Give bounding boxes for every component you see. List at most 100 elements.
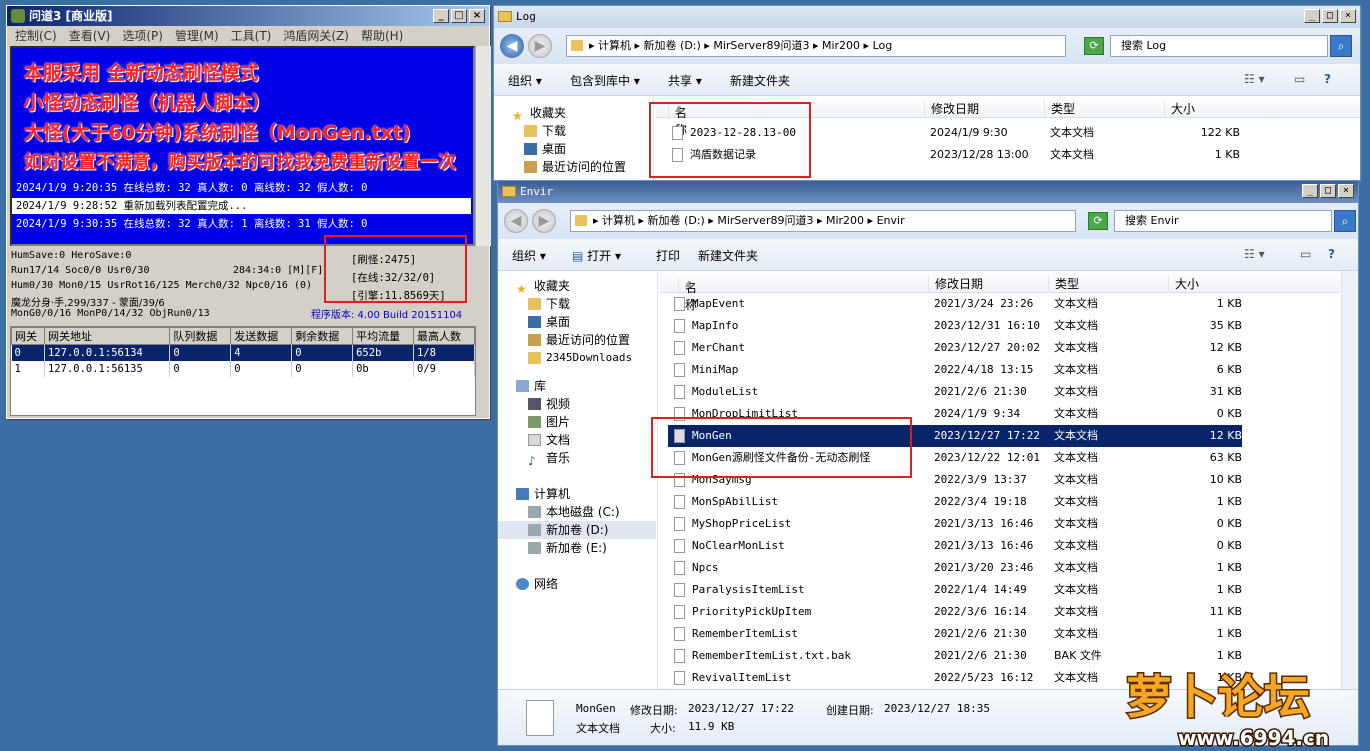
view-icon[interactable]: ☷ ▾ — [1244, 72, 1265, 86]
back-button[interactable]: ◀ — [500, 34, 524, 58]
forward-button[interactable]: ▶ — [528, 34, 552, 58]
table-row[interactable]: 1 127.0.0.1:56135 0 0 0 0b 0/9 — [11, 360, 475, 377]
search-icon[interactable]: ⌕ — [1334, 210, 1356, 232]
menu-options[interactable]: 选项(P) — [122, 26, 163, 46]
nav-music[interactable]: ♪ 音乐 — [526, 449, 570, 468]
file-row[interactable]: 鸿盾数据记录 2023/12/28 13:00 文本文档 1 KB — [670, 144, 1270, 166]
nav-2345downloads[interactable]: 2345Downloads — [526, 349, 632, 367]
menu-view[interactable]: 查看(V) — [69, 26, 111, 46]
nav-desktop[interactable]: 桌面 — [522, 140, 566, 158]
preview-pane-icon[interactable]: ▭ — [1294, 72, 1305, 86]
col-max[interactable]: 最高人数 — [413, 327, 475, 345]
file-row[interactable]: MyShopPriceList 2021/3/13 16:46 文本文档 0 KB — [668, 513, 1242, 535]
menu-gateway[interactable]: 鸿盾网关(Z) — [283, 26, 349, 46]
col-remain[interactable]: 剩余数据 — [291, 327, 354, 345]
nav-libraries[interactable]: 库 — [514, 377, 546, 395]
nav-drive-e[interactable]: 新加卷 (E:) — [526, 539, 607, 557]
open-button[interactable]: ▤ 打开 ▾ — [572, 247, 621, 264]
file-row[interactable]: MonGen源刷怪文件备份-无动态刷怪 2023/12/22 12:01 文本文档 6… — [668, 447, 1242, 469]
minimize-button[interactable]: _ — [433, 9, 449, 23]
back-button[interactable]: ◀ — [504, 209, 528, 233]
nav-drive-c[interactable]: 本地磁盘 (C:) — [526, 503, 620, 521]
log-scrollbar[interactable] — [475, 46, 491, 246]
col-traffic[interactable]: 平均流量 — [352, 327, 415, 345]
file-row[interactable]: ModuleList 2021/2/6 21:30 文本文档 31 KB — [668, 381, 1242, 403]
crumb[interactable]: 新加卷 (D:) — [644, 39, 701, 52]
close-button[interactable]: × — [1340, 9, 1356, 23]
organize-button[interactable]: 组织 ▾ — [512, 247, 546, 264]
nav-desktop[interactable]: 桌面 — [526, 313, 570, 331]
preview-pane-icon[interactable]: ▭ — [1300, 247, 1311, 261]
help-icon[interactable]: ? — [1324, 72, 1331, 86]
new-folder-button[interactable]: 新建文件夹 — [730, 72, 790, 89]
help-icon[interactable]: ? — [1328, 247, 1335, 261]
crumb[interactable]: Envir — [877, 214, 905, 227]
file-list-scrollbar[interactable] — [1341, 271, 1358, 689]
nav-recent[interactable]: 最近访问的位置 — [526, 331, 630, 349]
crumb[interactable]: 新加卷 (D:) — [648, 214, 705, 227]
new-folder-button[interactable]: 新建文件夹 — [698, 247, 758, 264]
file-row[interactable]: MapEvent 2021/3/24 23:26 文本文档 1 KB — [668, 293, 1242, 315]
menu-help[interactable]: 帮助(H) — [361, 26, 403, 46]
maximize-button[interactable]: □ — [1320, 184, 1336, 198]
address-bar[interactable]: ▸ 计算机 ▸ 新加卷 (D:) ▸ MirServer89问道3 ▸ Mir2… — [570, 210, 1076, 232]
file-row[interactable]: ParalysisItemList 2022/1/4 14:49 文本文档 1 KB — [668, 579, 1242, 601]
crumb[interactable]: 计算机 — [598, 39, 631, 52]
envir-window-titlebar[interactable]: Envir _ □ × — [498, 181, 1358, 203]
nav-network[interactable]: 网络 — [514, 575, 558, 593]
nav-downloads[interactable]: 下载 — [522, 122, 566, 140]
file-row[interactable]: MiniMap 2022/4/18 13:15 文本文档 6 KB — [668, 359, 1242, 381]
print-button[interactable]: 打印 — [656, 247, 680, 264]
log-window-titlebar[interactable]: Log _ □ × — [494, 6, 1360, 28]
col-gateway[interactable]: 网关 — [11, 327, 45, 345]
file-row[interactable]: Npcs 2021/3/20 23:46 文本文档 1 KB — [668, 557, 1242, 579]
close-button[interactable]: × — [469, 9, 485, 23]
close-button[interactable]: × — [1338, 184, 1354, 198]
maximize-button[interactable]: □ — [451, 9, 467, 23]
file-row[interactable]: 2023-12-28.13-00 2024/1/9 9:30 文本文档 122 … — [670, 122, 1270, 144]
crumb[interactable]: Log — [873, 39, 893, 52]
address-bar[interactable]: ▸ 计算机 ▸ 新加卷 (D:) ▸ MirServer89问道3 ▸ Mir2… — [566, 35, 1066, 57]
menu-control[interactable]: 控制(C) — [15, 26, 57, 46]
refresh-button[interactable]: ⟳ — [1088, 212, 1108, 230]
nav-videos[interactable]: 视频 — [526, 395, 570, 413]
maximize-button[interactable]: □ — [1322, 9, 1338, 23]
organize-button[interactable]: 组织 ▾ — [508, 72, 542, 89]
crumb[interactable]: MirServer89问道3 — [713, 39, 809, 52]
crumb[interactable]: 计算机 — [602, 214, 635, 227]
file-row[interactable]: MerChant 2023/12/27 20:02 文本文档 12 KB — [668, 337, 1242, 359]
log-output[interactable]: 本服采用 全新动态刷怪模式 小怪动态刷怪（机器人脚本） 大怪(大于60分钟)系统… — [10, 46, 475, 246]
forward-button[interactable]: ▶ — [532, 209, 556, 233]
col-type[interactable]: 类型 — [1048, 275, 1079, 291]
view-icon[interactable]: ☷ ▾ — [1244, 247, 1265, 261]
file-row[interactable]: MapInfo 2023/12/31 16:10 文本文档 35 KB — [668, 315, 1242, 337]
nav-pictures[interactable]: 图片 — [526, 413, 570, 431]
search-icon[interactable]: ⌕ — [1330, 35, 1352, 57]
crumb[interactable]: Mir200 — [826, 214, 864, 227]
col-type[interactable]: 类型 — [1044, 100, 1075, 116]
crumb[interactable]: MirServer89问道3 — [717, 214, 813, 227]
nav-downloads[interactable]: 下载 — [526, 295, 570, 313]
refresh-button[interactable]: ⟳ — [1084, 37, 1104, 55]
menu-manage[interactable]: 管理(M) — [175, 26, 219, 46]
col-name[interactable]: 名称 ▲ — [662, 100, 687, 137]
table-row[interactable]: 0 127.0.0.1:56134 0 4 0 652b 1/8 — [11, 344, 475, 361]
file-row[interactable]: NoClearMonList 2021/3/13 16:46 文本文档 0 KB — [668, 535, 1242, 557]
file-row[interactable]: MonSaymsg 2022/3/9 13:37 文本文档 10 KB — [668, 469, 1242, 491]
col-date[interactable]: 修改日期 — [924, 100, 979, 116]
col-size[interactable]: 大小 — [1168, 275, 1199, 291]
nav-drive-d[interactable]: 新加卷 (D:) — [498, 521, 656, 539]
minimize-button[interactable]: _ — [1302, 184, 1318, 198]
col-size[interactable]: 大小 — [1164, 100, 1195, 116]
col-queue[interactable]: 队列数据 — [169, 327, 232, 345]
file-row[interactable]: MonGen 2023/12/27 17:22 文本文档 12 KB — [668, 425, 1242, 447]
file-row[interactable]: MonSpAbilList 2022/3/4 19:18 文本文档 1 KB — [668, 491, 1242, 513]
nav-recent[interactable]: 最近访问的位置 — [522, 158, 626, 176]
nav-favorites[interactable]: ★ 收藏夹 — [514, 277, 570, 296]
server-window-titlebar[interactable]: 问道3 [商业版] _ □ × — [7, 6, 489, 26]
col-sent[interactable]: 发送数据 — [230, 327, 293, 345]
minimize-button[interactable]: _ — [1304, 9, 1320, 23]
col-address[interactable]: 网关地址 — [43, 327, 171, 345]
include-library-button[interactable]: 包含到库中 ▾ — [570, 72, 640, 89]
nav-documents[interactable]: 文档 — [526, 431, 570, 449]
